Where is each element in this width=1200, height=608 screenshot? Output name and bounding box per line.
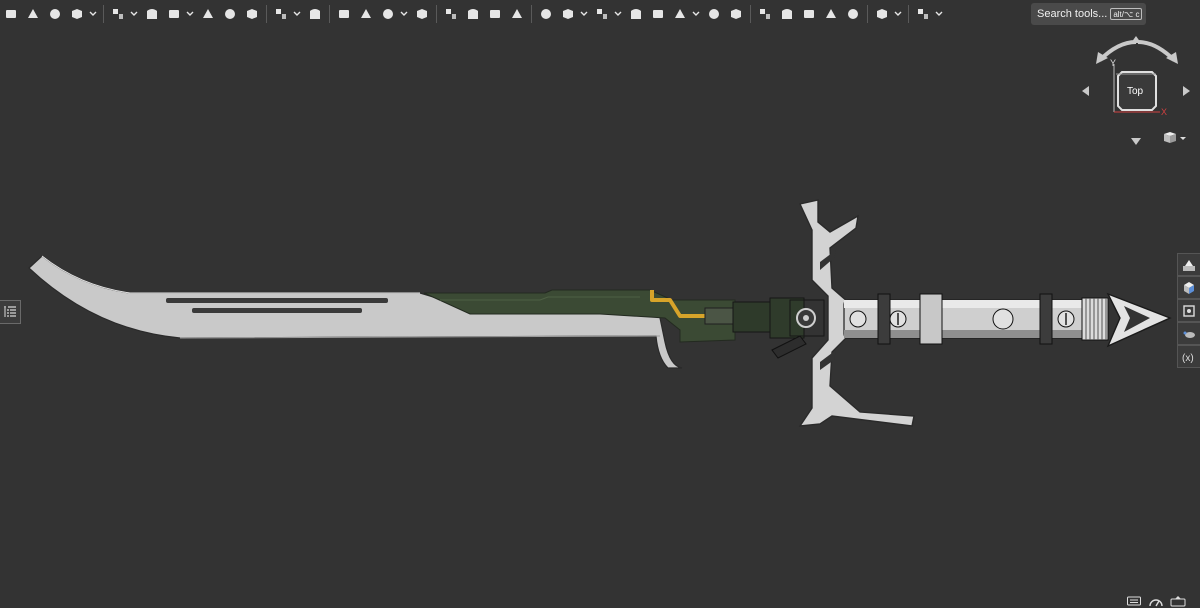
search-shortcut-badge: alt/⌥ c [1110, 8, 1143, 20]
assembly-icon[interactable] [777, 3, 797, 25]
delete-part-icon[interactable] [412, 3, 432, 25]
gauge-icon[interactable] [1148, 594, 1164, 607]
mech-block-a [704, 307, 736, 325]
toolbar-separator [867, 5, 868, 23]
svg-text:Y: Y [1110, 58, 1116, 68]
toolbar-group [0, 0, 100, 28]
toolbar-group [535, 0, 747, 28]
plane-icon[interactable] [536, 3, 556, 25]
variable-icon[interactable] [592, 3, 612, 25]
arrow-left [1082, 86, 1089, 96]
render-studio-icon[interactable] [872, 3, 892, 25]
toolbar-group [871, 0, 905, 28]
sword-model[interactable] [0, 190, 1200, 450]
loft-icon[interactable] [108, 3, 128, 25]
thread-icon[interactable] [507, 3, 527, 25]
mate-connector-icon[interactable] [558, 3, 578, 25]
chevron-down-icon[interactable] [129, 3, 139, 25]
search-tools-label: Search tools... [1037, 8, 1108, 20]
pattern-icon[interactable] [271, 3, 291, 25]
grip-ring-2 [919, 293, 943, 345]
mech-block-b [732, 301, 776, 333]
view-cube[interactable]: Y X Top [1078, 34, 1196, 152]
custom-feature-icon[interactable] [704, 3, 724, 25]
chevron-down-icon[interactable] [691, 3, 701, 25]
grip-ring-3 [1039, 293, 1053, 345]
toolbar-separator [329, 5, 330, 23]
arrow-down [1131, 138, 1141, 145]
toolbar-separator [436, 5, 437, 23]
surface-icon[interactable] [755, 3, 775, 25]
sketch-icon[interactable] [1, 3, 21, 25]
draft-icon[interactable] [242, 3, 262, 25]
fuller-upper [166, 298, 388, 303]
chevron-down-icon[interactable] [893, 3, 903, 25]
toolbar-group [754, 0, 864, 28]
grip-ring-1 [877, 293, 891, 345]
tag-icon[interactable] [726, 3, 746, 25]
toolbar-group [270, 0, 326, 28]
revolve-icon[interactable] [45, 3, 65, 25]
toolbar-group [912, 0, 946, 28]
view-cube-face-label: Top [1126, 85, 1144, 97]
replace-face-icon[interactable] [843, 3, 863, 25]
trigger-lever [771, 335, 807, 359]
arrow-up [1131, 36, 1141, 43]
grip-stud-3 [992, 308, 1014, 330]
svg-text:X: X [1161, 107, 1167, 117]
toolbar-separator [531, 5, 532, 23]
extrude-icon[interactable] [23, 3, 43, 25]
chevron-down-icon[interactable] [613, 3, 623, 25]
transform-icon[interactable] [378, 3, 398, 25]
thicken-icon[interactable] [142, 3, 162, 25]
split-icon[interactable] [356, 3, 376, 25]
boolean-icon[interactable] [334, 3, 354, 25]
chevron-down-icon[interactable] [579, 3, 589, 25]
toolbar-group [107, 0, 263, 28]
frame-icon[interactable] [821, 3, 841, 25]
modify-fillet-icon[interactable] [441, 3, 461, 25]
chevron-down-icon[interactable] [185, 3, 195, 25]
section-icon[interactable] [626, 3, 646, 25]
shell-icon[interactable] [463, 3, 483, 25]
grip-stud-1 [849, 310, 867, 328]
fillet-icon[interactable] [198, 3, 218, 25]
orientation-icon[interactable] [1170, 594, 1186, 607]
enclose-icon[interactable] [164, 3, 184, 25]
toolbar-separator [266, 5, 267, 23]
chamfer-icon[interactable] [220, 3, 240, 25]
arrow-right [1183, 86, 1190, 96]
sheet-metal-icon[interactable] [799, 3, 819, 25]
sweep-icon[interactable] [67, 3, 87, 25]
chevron-down-icon[interactable] [399, 3, 409, 25]
toolbar-separator [103, 5, 104, 23]
hole-icon[interactable] [485, 3, 505, 25]
formula-icon[interactable] [670, 3, 690, 25]
toolbar-group [440, 0, 528, 28]
status-tools [1126, 593, 1200, 608]
search-tools-input[interactable]: Search tools... alt/⌥ c [1031, 3, 1146, 25]
mirror-icon[interactable] [305, 3, 325, 25]
settings-gear-icon[interactable] [913, 3, 933, 25]
cad-viewport[interactable]: Search tools... alt/⌥ c Y X Top (x) [0, 0, 1200, 608]
toolbar-separator [908, 5, 909, 23]
chevron-down-icon[interactable] [88, 3, 98, 25]
feature-toolbar [0, 0, 1200, 28]
chevron-down-icon[interactable] [292, 3, 302, 25]
keyboard-icon[interactable] [1126, 594, 1142, 607]
toolbar-group [333, 0, 433, 28]
toolbar-separator [750, 5, 751, 23]
helix-icon[interactable] [648, 3, 668, 25]
chevron-down-icon[interactable] [934, 3, 944, 25]
fuller-lower [192, 308, 362, 313]
